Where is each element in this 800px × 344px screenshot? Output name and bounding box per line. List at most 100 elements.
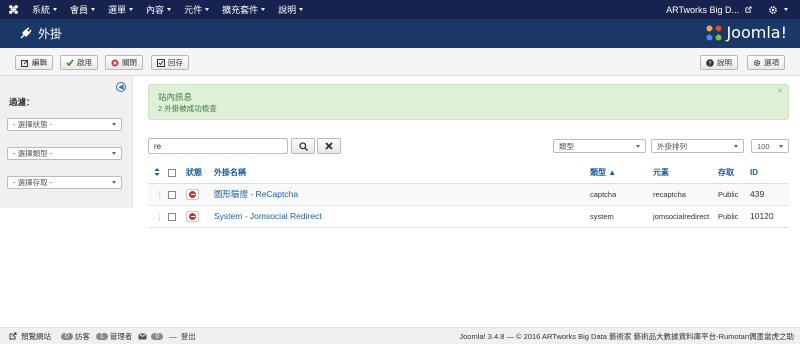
clear-button[interactable] [317, 138, 341, 154]
table-row: ⋮ System - Jomsocial Redirect system jom… [148, 205, 789, 228]
select-all-header[interactable] [168, 163, 186, 184]
collapse-sidebar-icon[interactable]: ◀ [116, 82, 126, 92]
row-checkbox[interactable] [168, 190, 176, 199]
filter-label: 過濾： [9, 97, 35, 107]
drag-handle-icon[interactable]: ⋮ [148, 205, 168, 228]
alert-heading: 站內訊息 [158, 92, 193, 102]
name-header[interactable]: 外掛名稱 [214, 163, 590, 184]
plugin-name-link[interactable]: System - Jomsocial Redirect [214, 211, 322, 221]
messages-count-badge: 0 [151, 332, 164, 340]
copyright-text: Joomla! 3.4.8 — © 2016 ARTworks Big Data… [459, 331, 794, 341]
id-cell: 10120 [750, 205, 789, 228]
chevron-down-icon [636, 144, 640, 148]
status-header[interactable]: 狀態 [186, 163, 214, 184]
search-button[interactable] [291, 138, 315, 154]
unpublished-status-icon[interactable] [186, 210, 199, 222]
preview-site-link[interactable]: 預覽網站 [21, 331, 51, 342]
access-header[interactable]: 存取 [718, 163, 750, 184]
menu-content[interactable]: 內容 [140, 3, 178, 16]
table-header-row: 狀態 外掛名稱 類型 ▲ 元素 存取 ID [148, 163, 789, 184]
row-select-cell [168, 183, 186, 206]
joomla-logo: Joomla! [705, 23, 787, 42]
checkbox-icon [157, 58, 165, 67]
menu-system[interactable]: 系統 [26, 3, 64, 16]
menu-menus-label: 選單 [108, 5, 127, 15]
svg-text:?: ? [708, 60, 711, 67]
top-navbar: 系統 會員 選單 內容 元件 擴充套件 說明 ARTworks Big D... [0, 0, 800, 19]
caret-down-icon [167, 8, 172, 11]
table-row: ⋮ 圖形驗證 - ReCaptcha captcha recaptcha Pub… [148, 183, 789, 206]
drag-handle-icon[interactable]: ⋮ [148, 183, 168, 206]
caret-down-icon [91, 8, 96, 11]
options-button[interactable]: 選項 [747, 55, 785, 70]
caret-down-icon [784, 8, 788, 11]
brand-name: Joomla! [726, 23, 787, 42]
search-input[interactable]: re [148, 138, 288, 154]
checkin-label: 回存 [168, 58, 183, 67]
unpublished-status-icon[interactable] [186, 188, 199, 200]
element-cell: recaptcha [653, 183, 718, 206]
caret-down-icon [129, 8, 134, 11]
type-header[interactable]: 類型 ▲ [590, 163, 653, 184]
alert-message: 2 外掛被成功檢查 [158, 104, 217, 113]
sort-icon [154, 167, 160, 176]
chevron-down-icon [112, 181, 116, 184]
type-select[interactable]: - 選擇類型 - [7, 147, 122, 160]
row-select-cell [168, 205, 186, 228]
ordering-select[interactable]: 外掛排列 [651, 139, 744, 153]
chevron-down-icon [112, 123, 116, 126]
toolbar: 編輯 啟用 關閉 回存 ? 說明 選項 [0, 48, 800, 76]
chevron-down-icon [779, 144, 783, 148]
plugin-name-link[interactable]: 圖形驗證 - ReCaptcha [214, 189, 298, 199]
disable-button[interactable]: 關閉 [105, 55, 143, 70]
type-filter-select[interactable]: 類型 [553, 139, 646, 153]
edit-label: 編輯 [32, 58, 47, 67]
menu-extensions-label: 擴充套件 [222, 5, 259, 15]
gear-icon[interactable] [768, 5, 778, 15]
help-button[interactable]: ? 說明 [700, 55, 738, 70]
search-icon [298, 141, 308, 151]
caret-down-icon [299, 8, 304, 11]
edit-button[interactable]: 編輯 [15, 55, 53, 70]
options-label: 選項 [764, 58, 779, 67]
close-icon[interactable]: × [777, 86, 783, 97]
element-cell: jomsocialredirect [653, 205, 718, 228]
element-header[interactable]: 元素 [653, 163, 718, 184]
plug-icon [20, 26, 32, 39]
site-link[interactable]: ARTworks Big D... [666, 5, 739, 15]
menu-users[interactable]: 會員 [64, 3, 102, 16]
menu-menus[interactable]: 選單 [102, 3, 140, 16]
sort-order-header[interactable] [148, 163, 168, 184]
help-icon: ? [706, 58, 714, 67]
enable-label: 啟用 [77, 58, 92, 67]
menu-help[interactable]: 說明 [272, 3, 310, 16]
system-message: 站內訊息 2 外掛被成功檢查 × [148, 84, 789, 120]
external-link-icon [745, 6, 752, 13]
name-cell: System - Jomsocial Redirect [214, 205, 590, 228]
visitors-label: 訪客 [74, 331, 90, 341]
row-checkbox[interactable] [168, 212, 176, 221]
select-all-checkbox[interactable] [168, 169, 176, 178]
status-select[interactable]: - 選擇狀態 - [7, 118, 122, 131]
type-cell: system [590, 205, 653, 228]
menu-extensions[interactable]: 擴充套件 [216, 3, 272, 16]
access-cell: Public [718, 183, 750, 206]
checkin-button[interactable]: 回存 [151, 55, 189, 70]
id-cell: 439 [750, 183, 789, 206]
plugins-table: 狀態 外掛名稱 類型 ▲ 元素 存取 ID ⋮ 圖形驗證 - ReCaptcha… [148, 163, 789, 228]
id-header[interactable]: ID [750, 163, 789, 184]
access-select[interactable]: - 選擇存取 - [7, 176, 122, 189]
enable-button[interactable]: 啟用 [60, 55, 98, 70]
envelope-icon[interactable] [138, 332, 148, 340]
logout-minus-icon: — [169, 331, 177, 341]
admins-label: 管理者 [109, 331, 133, 341]
edit-icon [21, 59, 29, 67]
menu-users-label: 會員 [70, 5, 89, 15]
limit-select[interactable]: 100 [751, 139, 789, 153]
logout-link[interactable]: 登出 [181, 331, 196, 342]
joomla-menu-icon[interactable] [0, 0, 26, 19]
access-select-value: - 選擇存取 - [13, 178, 53, 187]
name-cell: 圖形驗證 - ReCaptcha [214, 183, 590, 206]
status-cell [186, 205, 214, 228]
menu-components[interactable]: 元件 [178, 3, 216, 16]
